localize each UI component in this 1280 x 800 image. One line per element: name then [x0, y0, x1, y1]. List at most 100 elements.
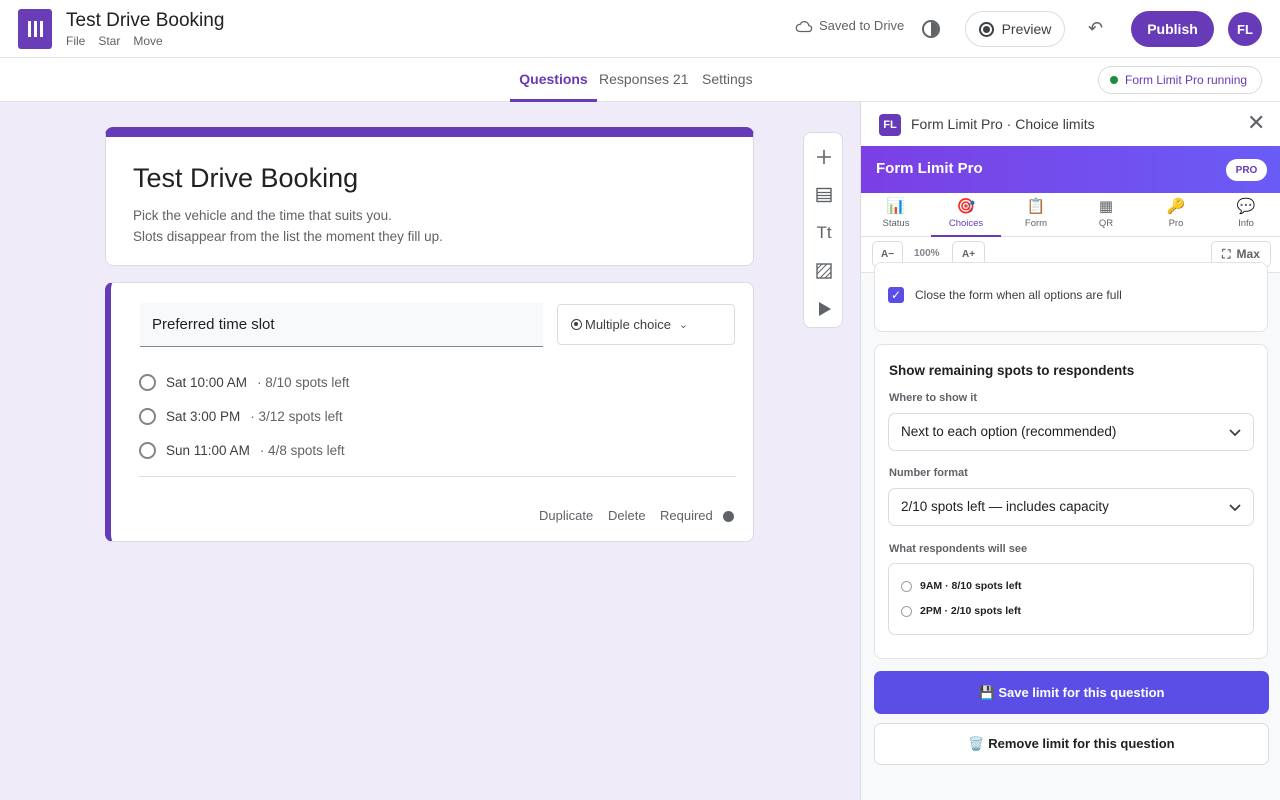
question-toolbar: Tt	[803, 132, 843, 328]
preview-label: What respondents will see	[889, 543, 1028, 555]
clipboard-icon: 📋	[1026, 198, 1046, 215]
chevron-down-icon	[1229, 414, 1241, 450]
add-title-icon[interactable]: Tt	[804, 221, 844, 245]
form-description[interactable]: Pick the vehicle and the time that suits…	[133, 205, 443, 247]
tabs-bar: Questions Responses 21 Settings Form Lim…	[0, 58, 1280, 102]
choice-option[interactable]: Sun 11:00 AM · 4/8 spots left	[139, 440, 345, 460]
preview-option: 2PM · 2/10 spots left	[901, 605, 1021, 617]
panel-header: FL Form Limit Pro · Choice limits ✕	[861, 102, 1280, 146]
radio-circle-icon	[139, 441, 156, 459]
forms-logo-icon[interactable]	[18, 9, 52, 49]
where-label: Where to show it	[889, 392, 977, 404]
panel-tab-choices[interactable]: 🎯 Choices	[931, 193, 1001, 237]
where-select[interactable]: Next to each option (recommended)	[888, 413, 1254, 451]
form-description-line: Slots disappear from the list the moment…	[133, 229, 443, 244]
form-title-card[interactable]: Test Drive Booking Pick the vehicle and …	[105, 127, 754, 266]
key-icon: 🔑	[1166, 198, 1186, 215]
top-bar: Test Drive Booking File Star Move Saved …	[0, 0, 1280, 58]
add-question-icon[interactable]	[804, 145, 844, 169]
required-label: Required	[660, 508, 713, 523]
cloud-icon	[795, 20, 813, 32]
remaining-spots-section: Show remaining spots to respondents Wher…	[874, 344, 1268, 659]
choice-spots-left: · 4/8 spots left	[259, 442, 345, 458]
add-video-icon[interactable]	[804, 297, 844, 321]
choice-option[interactable]: Sat 3:00 PM · 3/12 spots left	[139, 406, 343, 426]
extension-side-panel: FL Form Limit Pro · Choice limits ✕ Form…	[860, 102, 1280, 800]
import-questions-icon[interactable]	[804, 183, 844, 207]
panel-tab-label: Pro	[1168, 218, 1184, 229]
preview-button[interactable]: Preview	[965, 11, 1065, 47]
remove-limit-button[interactable]: 🗑️ Remove limit for this question	[874, 723, 1269, 765]
where-select-value: Next to each option (recommended)	[901, 424, 1117, 439]
extension-logo: FL	[879, 114, 901, 136]
extension-status-label: Form Limit Pro running	[1125, 73, 1248, 87]
avatar[interactable]: FL	[1228, 12, 1262, 46]
add-image-icon[interactable]	[804, 259, 844, 283]
radio-circle-icon	[901, 605, 912, 617]
radio-circle-icon	[139, 407, 156, 425]
document-title[interactable]: Test Drive Booking	[66, 10, 224, 32]
saved-status-label: Saved to Drive	[819, 18, 905, 33]
duplicate-button[interactable]: Duplicate	[539, 508, 593, 523]
panel-tab-label: Status	[882, 218, 910, 229]
menu-file[interactable]: File	[66, 34, 85, 48]
required-toggle[interactable]	[723, 511, 734, 522]
close-when-full-box: ✓ Close the form when all options are fu…	[874, 262, 1268, 332]
format-select-value: 2/10 spots left — includes capacity	[901, 499, 1109, 514]
panel-tab-info[interactable]: 💬 Info	[1211, 193, 1280, 237]
preview-option: 9AM · 8/10 spots left	[901, 580, 1022, 592]
section-title: Show remaining spots to respondents	[889, 363, 1135, 378]
menu-move[interactable]: Move	[133, 34, 162, 48]
tab-responses[interactable]: Responses 21	[599, 58, 689, 102]
choice-spots-left: · 3/12 spots left	[250, 408, 343, 424]
radio-circle-icon	[139, 373, 156, 391]
close-when-full-checkbox[interactable]: ✓	[888, 287, 904, 303]
publish-button[interactable]: Publish	[1131, 11, 1214, 47]
menu-star[interactable]: Star	[98, 34, 120, 48]
brand-name: Form Limit Pro	[876, 160, 983, 177]
theme-contrast-icon[interactable]	[922, 20, 940, 38]
question-type-select[interactable]: Multiple choice ⌄	[557, 304, 735, 345]
save-limit-button[interactable]: 💾 Save limit for this question	[874, 671, 1269, 714]
tab-settings[interactable]: Settings	[702, 58, 753, 102]
question-type-label: Multiple choice	[585, 317, 671, 332]
extension-status-chip[interactable]: Form Limit Pro running	[1098, 66, 1262, 94]
close-when-full-label[interactable]: Close the form when all options are full	[915, 288, 1122, 302]
tab-questions[interactable]: Questions	[510, 58, 597, 102]
preview-option-label: 9AM · 8/10 spots left	[920, 580, 1022, 592]
close-icon[interactable]: ✕	[1247, 112, 1265, 134]
choice-label[interactable]: Sun 11:00 AM	[166, 443, 250, 458]
chart-icon: 📊	[886, 198, 906, 215]
preview-icon	[978, 21, 994, 37]
expand-icon: ⛶	[1222, 246, 1231, 261]
choice-label[interactable]: Sat 3:00 PM	[166, 409, 240, 424]
radio-circle-icon	[901, 580, 912, 592]
panel-tab-form[interactable]: 📋 Form	[1001, 193, 1071, 237]
panel-tab-qr[interactable]: ▦ QR	[1071, 193, 1141, 237]
form-title[interactable]: Test Drive Booking	[133, 163, 358, 194]
choice-label[interactable]: Sat 10:00 AM	[166, 375, 247, 390]
qr-code-icon: ▦	[1098, 198, 1114, 215]
panel-tab-label: Info	[1238, 218, 1254, 229]
question-title-input[interactable]: Preferred time slot	[140, 303, 543, 347]
chevron-down-icon	[1229, 489, 1241, 525]
panel-title: Form Limit Pro · Choice limits	[911, 116, 1095, 132]
question-card[interactable]: Preferred time slot Multiple choice ⌄ Sa…	[105, 282, 754, 542]
delete-button[interactable]: Delete	[608, 508, 646, 523]
pro-badge: PRO	[1226, 159, 1267, 181]
brand-bar: Form Limit Pro PRO	[861, 146, 1280, 193]
panel-tab-status[interactable]: 📊 Status	[861, 193, 931, 237]
panel-tab-label: Form	[1024, 218, 1048, 229]
panel-tabs: 📊 Status 🎯 Choices 📋 Form ▦ QR 🔑 Pro 💬 Info	[861, 193, 1280, 237]
respondent-preview: 9AM · 8/10 spots left 2PM · 2/10 spots l…	[888, 563, 1254, 635]
panel-tab-pro[interactable]: 🔑 Pro	[1141, 193, 1211, 237]
undo-icon[interactable]: ↶	[1088, 18, 1103, 39]
format-select[interactable]: 2/10 spots left — includes capacity	[888, 488, 1254, 526]
choice-option[interactable]: Sat 10:00 AM · 8/10 spots left	[139, 372, 349, 392]
maximize-label: Max	[1236, 247, 1260, 261]
format-label: Number format	[889, 467, 968, 479]
panel-tab-label: Choices	[948, 218, 984, 229]
zoom-level: 100%	[914, 248, 940, 259]
preview-label: Preview	[1001, 21, 1052, 37]
chevron-down-icon: ⌄	[678, 319, 688, 331]
